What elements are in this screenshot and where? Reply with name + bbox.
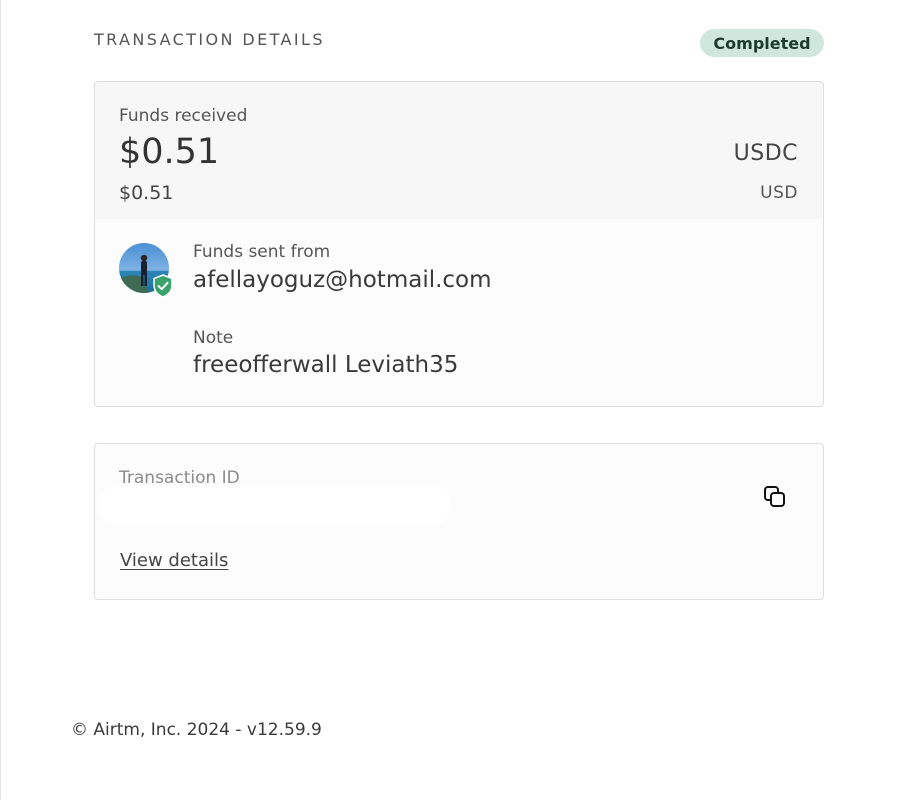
copy-icon[interactable] bbox=[763, 485, 787, 509]
status-badge: Completed bbox=[700, 29, 824, 57]
footer-copyright: © Airtm, Inc. 2024 - v12.59.9 bbox=[71, 720, 322, 740]
funds-card: Funds received $0.51 USDC $0.51 USD Fund… bbox=[94, 81, 824, 407]
sender-email: afellayoguz@hotmail.com bbox=[193, 267, 492, 293]
note-label: Note bbox=[193, 328, 234, 348]
funds-received-label: Funds received bbox=[119, 106, 248, 126]
sent-from-label: Funds sent from bbox=[193, 242, 331, 262]
section-title: TRANSACTION DETAILS bbox=[94, 30, 325, 49]
note-value: freeofferwall Leviath35 bbox=[193, 352, 459, 378]
amount-panel: Funds received $0.51 USDC $0.51 USD bbox=[95, 82, 823, 219]
verified-shield-icon bbox=[152, 274, 174, 298]
amount-value: $0.51 bbox=[119, 132, 220, 172]
page-frame: TRANSACTION DETAILS Completed Funds rece… bbox=[0, 0, 912, 800]
transaction-card: Transaction ID View details bbox=[94, 443, 824, 600]
converted-currency: USD bbox=[760, 183, 798, 203]
amount-currency: USDC bbox=[733, 141, 798, 166]
view-details-link[interactable]: View details bbox=[120, 550, 228, 571]
transaction-id-value-redacted bbox=[101, 491, 447, 521]
transaction-id-label: Transaction ID bbox=[119, 468, 240, 488]
converted-amount: $0.51 bbox=[119, 182, 174, 204]
